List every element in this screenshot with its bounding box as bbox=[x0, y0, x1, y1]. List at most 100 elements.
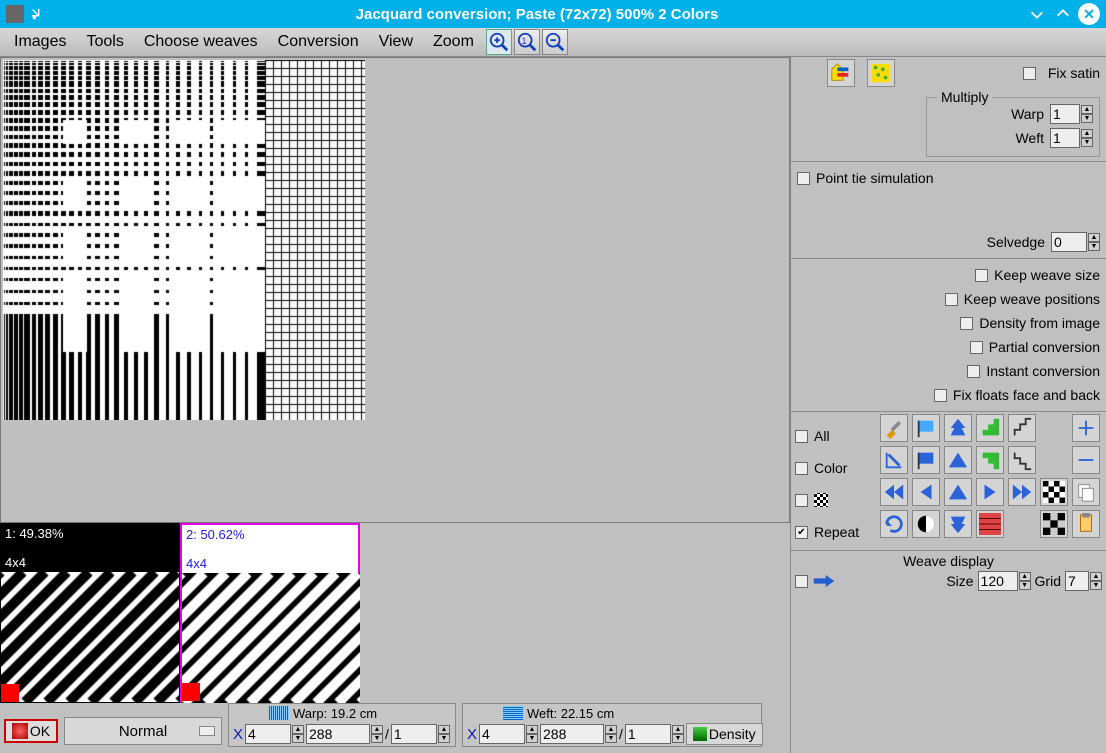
wd-grid-input[interactable] bbox=[1065, 571, 1089, 591]
refresh-icon[interactable] bbox=[880, 510, 908, 538]
dens-img-label: Density from image bbox=[979, 315, 1100, 331]
contrast-icon[interactable] bbox=[912, 510, 940, 538]
point-tie-check[interactable] bbox=[797, 172, 810, 185]
pattern-library-button[interactable] bbox=[867, 59, 895, 87]
density-icon bbox=[693, 727, 707, 741]
warp-total-input[interactable] bbox=[306, 724, 370, 744]
warp-of-spin[interactable]: ▲▼ bbox=[438, 725, 450, 743]
next-icon[interactable] bbox=[976, 478, 1004, 506]
wd-grid-label: Grid bbox=[1035, 573, 1061, 589]
warp-group: Warp: 19.2 cm X ▲▼ ▲▼ / ▲▼ bbox=[228, 703, 456, 747]
stairs-diag2-icon[interactable] bbox=[1008, 446, 1036, 474]
normal-button[interactable]: Normal bbox=[64, 717, 222, 745]
checker2-icon[interactable] bbox=[1040, 510, 1068, 538]
weft-of-input[interactable] bbox=[625, 724, 671, 744]
weft-x-label: X bbox=[467, 726, 477, 743]
zoom-in-button[interactable] bbox=[486, 29, 512, 55]
warp-x-input[interactable] bbox=[245, 724, 291, 744]
warp-total-spin[interactable]: ▲▼ bbox=[371, 725, 383, 743]
plus-icon[interactable] bbox=[1072, 414, 1100, 442]
dropdown-icon[interactable] bbox=[199, 726, 215, 736]
rewind-icon[interactable] bbox=[880, 478, 908, 506]
warp-x-spin[interactable]: ▲▼ bbox=[292, 725, 304, 743]
weft-x-input[interactable] bbox=[479, 724, 525, 744]
stairs-diag-icon[interactable] bbox=[1008, 414, 1036, 442]
zoom-out-button[interactable] bbox=[542, 29, 568, 55]
warp-x-label: X bbox=[233, 726, 243, 743]
swatch-1[interactable]: 1: 49.38%4x4 bbox=[0, 523, 180, 703]
tree-up-icon[interactable] bbox=[944, 414, 972, 442]
triangle-up-icon[interactable] bbox=[944, 446, 972, 474]
mult-weft-label: Weft bbox=[1015, 130, 1044, 146]
tree-down-icon[interactable] bbox=[944, 510, 972, 538]
minimize-button[interactable] bbox=[1026, 3, 1048, 25]
minus-icon[interactable] bbox=[1072, 446, 1100, 474]
fix-satin-check[interactable] bbox=[1023, 67, 1036, 80]
menu-zoom[interactable]: Zoom bbox=[423, 30, 484, 54]
open-palette-button[interactable] bbox=[827, 59, 855, 87]
grid-check[interactable] bbox=[795, 494, 808, 507]
canvas-area[interactable] bbox=[0, 57, 790, 523]
weft-label: Weft: 22.15 cm bbox=[527, 706, 614, 721]
wd-size-input[interactable] bbox=[978, 571, 1018, 591]
menu-images[interactable]: Images bbox=[4, 30, 76, 54]
fix-floats-check[interactable] bbox=[934, 389, 947, 402]
instant-label: Instant conversion bbox=[986, 363, 1100, 379]
keep-size-check[interactable] bbox=[975, 269, 988, 282]
brush-icon[interactable] bbox=[880, 414, 908, 442]
all-check[interactable] bbox=[795, 430, 808, 443]
window-title: Jacquard conversion; Paste (72x72) 500% … bbox=[52, 6, 1022, 23]
prev-icon[interactable] bbox=[912, 478, 940, 506]
triangle-up2-icon[interactable] bbox=[944, 478, 972, 506]
swatch2-size: 4x4 bbox=[186, 556, 354, 571]
all-label: All bbox=[814, 428, 830, 444]
swatch2-pct: 2: 50.62% bbox=[186, 527, 354, 542]
mult-weft-input[interactable] bbox=[1050, 128, 1080, 148]
resize-icon[interactable] bbox=[880, 446, 908, 474]
wd-size-label: Size bbox=[946, 573, 973, 589]
fix-satin-label: Fix satin bbox=[1048, 65, 1100, 81]
point-tie-label: Point tie simulation bbox=[816, 170, 934, 186]
keep-pos-check[interactable] bbox=[945, 293, 958, 306]
wd-check[interactable] bbox=[795, 575, 808, 588]
app-icon bbox=[6, 5, 24, 23]
swatch2-marker bbox=[182, 683, 200, 701]
flag2-icon[interactable] bbox=[912, 446, 940, 474]
instant-check[interactable] bbox=[967, 365, 980, 378]
close-button[interactable]: ✕ bbox=[1078, 3, 1100, 25]
partial-label: Partial conversion bbox=[989, 339, 1100, 355]
flag-icon[interactable] bbox=[912, 414, 940, 442]
menu-view[interactable]: View bbox=[369, 30, 423, 54]
copy-icon[interactable] bbox=[1072, 478, 1100, 506]
repeat-label: Repeat bbox=[814, 524, 859, 540]
color-check[interactable] bbox=[795, 462, 808, 475]
selvedge-input[interactable] bbox=[1051, 232, 1087, 252]
weave-display-title: Weave display bbox=[795, 553, 1102, 571]
weft-total-input[interactable] bbox=[540, 724, 604, 744]
arrow-right-icon[interactable] bbox=[812, 573, 836, 589]
warp-of-input[interactable] bbox=[391, 724, 437, 744]
menu-choose-weaves[interactable]: Choose weaves bbox=[134, 30, 268, 54]
menu-conversion[interactable]: Conversion bbox=[268, 30, 369, 54]
dens-img-check[interactable] bbox=[960, 317, 973, 330]
warp-label: Warp: 19.2 cm bbox=[293, 706, 377, 721]
swatch-2[interactable]: 2: 50.62% 4x4 bbox=[180, 523, 360, 703]
partial-check[interactable] bbox=[970, 341, 983, 354]
mult-warp-label: Warp bbox=[1011, 106, 1044, 122]
ok-button[interactable]: OK bbox=[4, 719, 58, 743]
repeat-check[interactable] bbox=[795, 526, 808, 539]
multiply-legend: Multiply bbox=[937, 89, 992, 105]
mult-warp-input[interactable] bbox=[1050, 104, 1080, 124]
checker-icon[interactable] bbox=[1040, 478, 1068, 506]
menu-tools[interactable]: Tools bbox=[76, 30, 133, 54]
weave-pattern[interactable] bbox=[3, 60, 365, 420]
zoom-reset-button[interactable]: 1 bbox=[514, 29, 540, 55]
texture-icon[interactable] bbox=[976, 510, 1004, 538]
density-button[interactable]: Density bbox=[686, 723, 763, 745]
ffwd-icon[interactable] bbox=[1008, 478, 1036, 506]
pin-icon[interactable] bbox=[30, 7, 44, 21]
maximize-button[interactable] bbox=[1052, 3, 1074, 25]
stairs-up-icon[interactable] bbox=[976, 414, 1004, 442]
stairs-down-icon[interactable] bbox=[976, 446, 1004, 474]
paste-icon[interactable] bbox=[1072, 510, 1100, 538]
